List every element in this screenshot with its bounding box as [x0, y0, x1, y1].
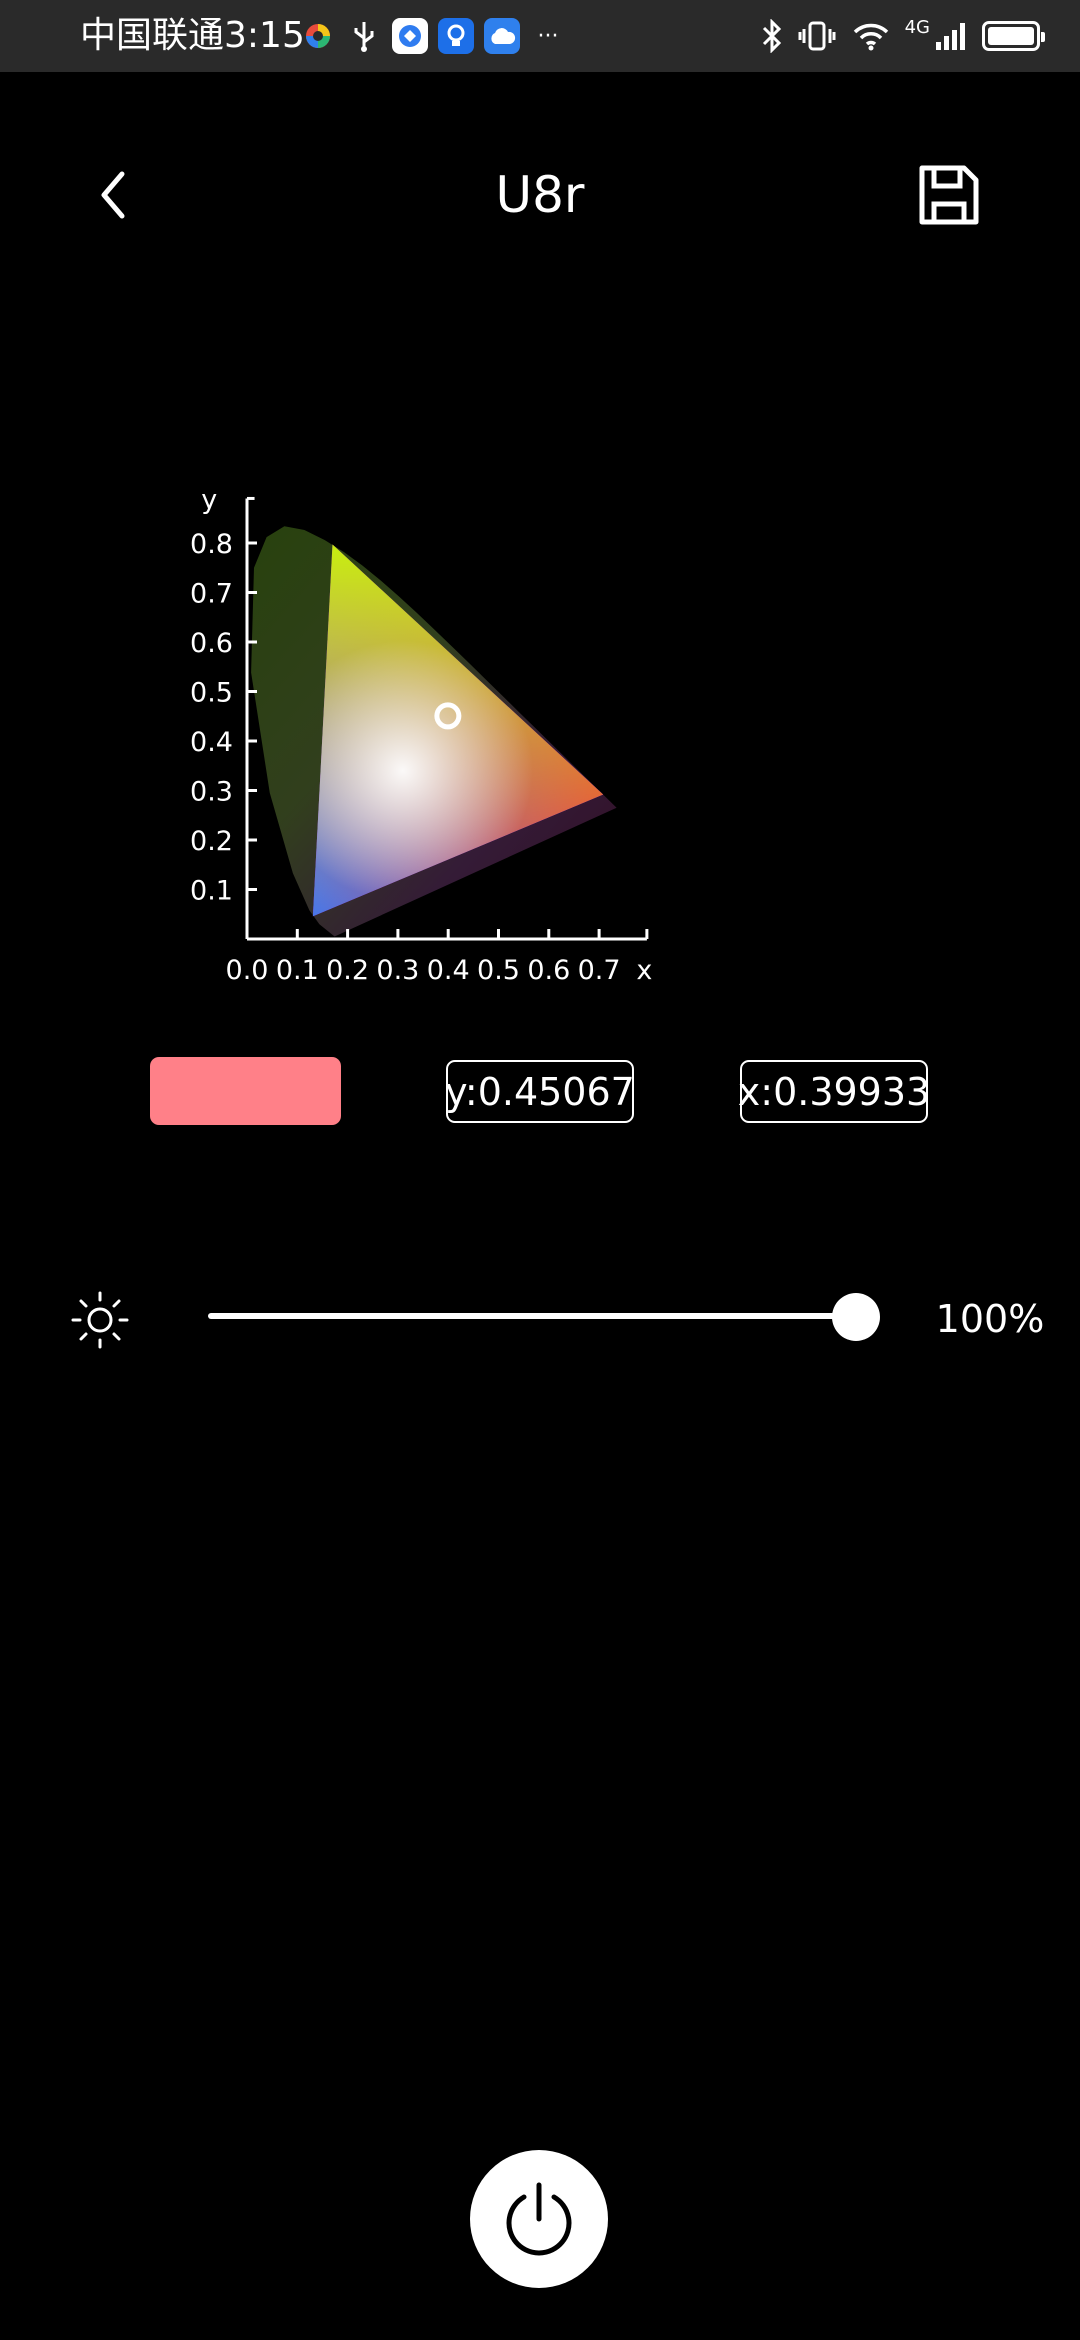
x-tick-label: 0.5	[477, 955, 520, 986]
x-tick-label: 0.0	[226, 955, 269, 986]
x-tick-label: 0.3	[376, 955, 419, 986]
system-icons: 4G	[761, 14, 1045, 58]
sun-icon	[71, 1291, 129, 1349]
x-tick-label: 0.2	[326, 955, 369, 986]
app-blue-icon	[392, 18, 428, 54]
save-button[interactable]	[914, 160, 984, 230]
y-coordinate-box[interactable]: y:0.45067	[445, 1060, 635, 1123]
app-pinwheel-icon	[300, 18, 336, 54]
cloud-icon	[484, 18, 520, 54]
brightness-value: 100%	[935, 1297, 1045, 1341]
x-tick-label: 0.1	[276, 955, 319, 986]
x-coordinate-box[interactable]: x:0.39933	[738, 1060, 930, 1123]
status-bar: 中国联通3:15 ··· 4G	[0, 0, 1080, 72]
x-tick-label: 0.6	[527, 955, 570, 986]
x-axis-label: x	[636, 955, 652, 986]
network-type: 4G	[904, 16, 930, 38]
brightness-slider-thumb[interactable]	[832, 1293, 880, 1341]
clock-time: 3:15	[224, 15, 305, 56]
x-tick-label: 0.4	[427, 955, 470, 986]
bluetooth-icon	[762, 19, 781, 53]
cie-chart-svg[interactable]: 0.0 0.1 0.2 0.3 0.4 0.5 0.6 0.70.10.20.30.40.50…	[160, 290, 880, 1030]
y-tick-label: 0.6	[190, 628, 233, 659]
color-swatch	[150, 1057, 341, 1125]
y-tick-label: 0.7	[190, 579, 233, 610]
notification-icons: ···	[300, 14, 566, 58]
y-tick-label: 0.8	[190, 529, 233, 560]
power-icon	[506, 2182, 572, 2256]
y-tick-label: 0.3	[190, 777, 233, 808]
y-tick-label: 0.4	[190, 727, 233, 758]
status-carrier-time: 中国联通3:15	[80, 12, 305, 60]
usb-icon	[346, 18, 382, 54]
power-button[interactable]	[470, 2150, 608, 2288]
cie-chromaticity-chart[interactable]: 0.0 0.1 0.2 0.3 0.4 0.5 0.6 0.7 0.1 0.2 0.3 0.4 0.5 0…	[160, 290, 880, 1030]
signal-icon	[936, 23, 965, 50]
x-tick-label: 0.7	[578, 955, 621, 986]
more-dots-icon: ···	[537, 23, 559, 49]
brightness-button	[70, 1290, 130, 1350]
carrier-name: 中国联通	[80, 15, 225, 56]
y-tick-label: 0.2	[190, 826, 233, 857]
app-bulb-icon	[438, 18, 474, 54]
y-tick-label: 0.5	[190, 678, 233, 709]
floppy-disk-icon	[919, 165, 979, 225]
wifi-icon	[853, 23, 888, 51]
brightness-slider-track[interactable]	[208, 1313, 856, 1319]
vibrate-icon	[798, 21, 836, 51]
y-axis-label: y	[201, 484, 217, 515]
y-tick-label: 0.1	[190, 876, 233, 907]
battery-icon	[982, 21, 1045, 51]
